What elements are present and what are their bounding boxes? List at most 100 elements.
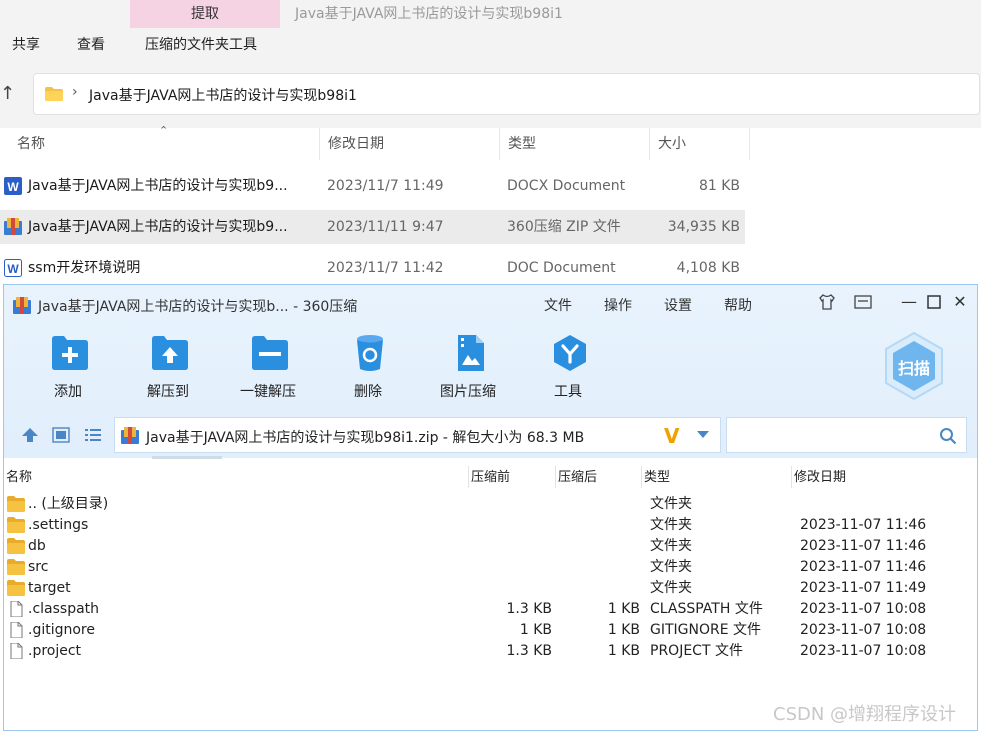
svg-text:W: W — [7, 180, 19, 194]
minimize-icon[interactable]: — — [900, 293, 918, 311]
ribbon-view[interactable]: 查看 — [77, 34, 105, 56]
zip-app-icon — [13, 297, 31, 314]
extract-to-icon — [152, 336, 188, 370]
zip-row-date: 2023-11-07 11:46 — [800, 538, 927, 554]
add-label: 添加 — [54, 384, 82, 400]
zip-row[interactable]: target 文件夹 2023-11-07 11:49 — [4, 578, 977, 599]
zip-row-before: 1.3 KB — [506, 643, 553, 659]
menu-file[interactable]: 文件 — [544, 295, 572, 315]
menu-settings[interactable]: 设置 — [664, 295, 692, 315]
verified-v-icon: V — [664, 424, 680, 448]
zip-row-name: .settings — [28, 517, 89, 533]
extract-to-label: 解压到 — [147, 384, 189, 400]
zip-col-after[interactable]: 压缩后 — [558, 468, 597, 488]
zip-col-date[interactable]: 修改日期 — [794, 468, 846, 488]
tab-extract[interactable]: 提取 — [130, 0, 280, 28]
file-row[interactable]: W ssm开发环境说明 2023/11/7 11:42 DOC Document… — [0, 251, 745, 285]
zip-row[interactable]: .classpath 1.3 KB 1 KB CLASSPATH 文件 2023… — [4, 599, 977, 620]
zip-row-type: GITIGNORE 文件 — [650, 622, 762, 638]
file-row[interactable]: W Java基于JAVA网上书店的设计与实现b9... 2023/11/7 11… — [0, 169, 745, 203]
menu-help[interactable]: 帮助 — [724, 295, 752, 315]
zip-row-after: 1 KB — [607, 643, 640, 659]
column-divider — [468, 466, 469, 488]
archive-path-text: Java基于JAVA网上书店的设计与实现b98i1.zip - 解包大小为 68… — [146, 430, 585, 446]
maximize-icon[interactable] — [925, 293, 943, 311]
tools-label: 工具 — [554, 384, 582, 400]
file-name: Java基于JAVA网上书店的设计与实现b9... — [28, 219, 288, 235]
zip-col-name[interactable]: 名称 — [6, 468, 32, 488]
up-level-icon[interactable] — [21, 427, 39, 443]
zip-col-before[interactable]: 压缩前 — [471, 468, 510, 488]
image-compress-button[interactable]: 图片压缩 — [428, 333, 508, 403]
zip-row-after: 1 KB — [607, 622, 640, 638]
dropdown-arrow-icon[interactable] — [697, 431, 709, 438]
word-doc-icon: W — [4, 259, 22, 277]
zip-row-date: 2023-11-07 11:46 — [800, 517, 927, 533]
scan-button[interactable]: 扫描 — [882, 331, 946, 401]
menu-operation[interactable]: 操作 — [604, 295, 632, 315]
zip-row[interactable]: src 文件夹 2023-11-07 11:46 — [4, 557, 977, 578]
file-date: 2023/11/11 9:47 — [327, 219, 444, 235]
zip-window: Java基于JAVA网上书店的设计与实现b... - 360压缩 文件 操作 设… — [3, 284, 978, 731]
zip-row[interactable]: db 文件夹 2023-11-07 11:46 — [4, 536, 977, 557]
one-click-extract-icon — [252, 336, 288, 370]
close-icon[interactable]: ✕ — [951, 293, 969, 311]
zip-row-date: 2023-11-07 10:08 — [800, 643, 927, 659]
zip-row-type: CLASSPATH 文件 — [650, 601, 763, 617]
skin-shirt-icon[interactable] — [818, 293, 836, 311]
address-bar[interactable]: › Java基于JAVA网上书店的设计与实现b98i1 — [33, 73, 980, 115]
zip-row-date: 2023-11-07 10:08 — [800, 601, 927, 617]
ribbon-share[interactable]: 共享 — [12, 34, 40, 56]
feedback-icon[interactable] — [854, 293, 872, 311]
thumbnail-view-icon[interactable] — [52, 427, 70, 443]
explorer-window-title: Java基于JAVA网上书店的设计与实现b98i1 — [295, 6, 563, 22]
extract-to-button[interactable]: 解压到 — [128, 333, 208, 403]
one-click-extract-label: 一键解压 — [240, 384, 296, 400]
tools-button[interactable]: 工具 — [528, 333, 608, 403]
file-icon — [10, 622, 23, 638]
zip-row-type: 文件夹 — [650, 517, 692, 533]
add-button[interactable]: 添加 — [28, 333, 108, 403]
up-arrow-icon[interactable]: ↑ — [0, 84, 15, 104]
zip-row[interactable]: .project 1.3 KB 1 KB PROJECT 文件 2023-11-… — [4, 641, 977, 662]
file-date: 2023/11/7 11:49 — [327, 178, 444, 194]
chevron-right-icon[interactable]: › — [72, 84, 78, 100]
list-view-icon[interactable] — [84, 427, 102, 443]
folder-icon — [7, 559, 25, 575]
column-header-name[interactable]: 名称 — [9, 128, 320, 160]
file-type: DOCX Document — [507, 178, 626, 194]
zip-row-name: .project — [28, 643, 82, 659]
zip-row-parent[interactable]: .. (上级目录) 文件夹 — [4, 494, 977, 515]
zip-row-type: 文件夹 — [650, 496, 692, 512]
svg-text:W: W — [7, 262, 19, 276]
file-name: ssm开发环境说明 — [28, 260, 141, 276]
csdn-watermark: CSDN @增翔程序设计 — [773, 704, 957, 725]
file-icon — [10, 643, 23, 659]
column-header-size[interactable]: 大小 — [650, 128, 750, 160]
zip-col-type[interactable]: 类型 — [644, 468, 670, 488]
file-type: 360压缩 ZIP 文件 — [507, 219, 621, 235]
delete-label: 删除 — [354, 384, 382, 400]
column-header-type[interactable]: 类型 — [500, 128, 650, 160]
column-header-date[interactable]: 修改日期 — [320, 128, 500, 160]
file-row-selected[interactable]: Java基于JAVA网上书店的设计与实现b9... 2023/11/11 9:4… — [0, 210, 745, 244]
zip-row-type: 文件夹 — [650, 538, 692, 554]
folder-icon — [7, 538, 25, 554]
zip-row-type: PROJECT 文件 — [650, 643, 743, 659]
zip-row-name: .classpath — [28, 601, 100, 617]
zip-row[interactable]: .settings 文件夹 2023-11-07 11:46 — [4, 515, 977, 536]
zip-row-type: 文件夹 — [650, 559, 692, 575]
folder-icon — [7, 580, 25, 596]
search-icon[interactable] — [939, 427, 957, 445]
ribbon-compressed-folder-tools[interactable]: 压缩的文件夹工具 — [145, 34, 257, 56]
file-icon — [10, 601, 23, 617]
zip-row-name: .. (上级目录) — [28, 496, 109, 512]
archive-path-bar[interactable]: Java基于JAVA网上书店的设计与实现b98i1.zip - 解包大小为 68… — [114, 417, 721, 453]
folder-icon — [7, 517, 25, 533]
delete-button[interactable]: 删除 — [328, 333, 408, 403]
zip-row[interactable]: .gitignore 1 KB 1 KB GITIGNORE 文件 2023-1… — [4, 620, 977, 641]
one-click-extract-button[interactable]: 一键解压 — [228, 333, 308, 403]
zip-row-date: 2023-11-07 11:49 — [800, 580, 927, 596]
folder-icon — [7, 496, 25, 512]
search-input[interactable] — [726, 417, 967, 453]
